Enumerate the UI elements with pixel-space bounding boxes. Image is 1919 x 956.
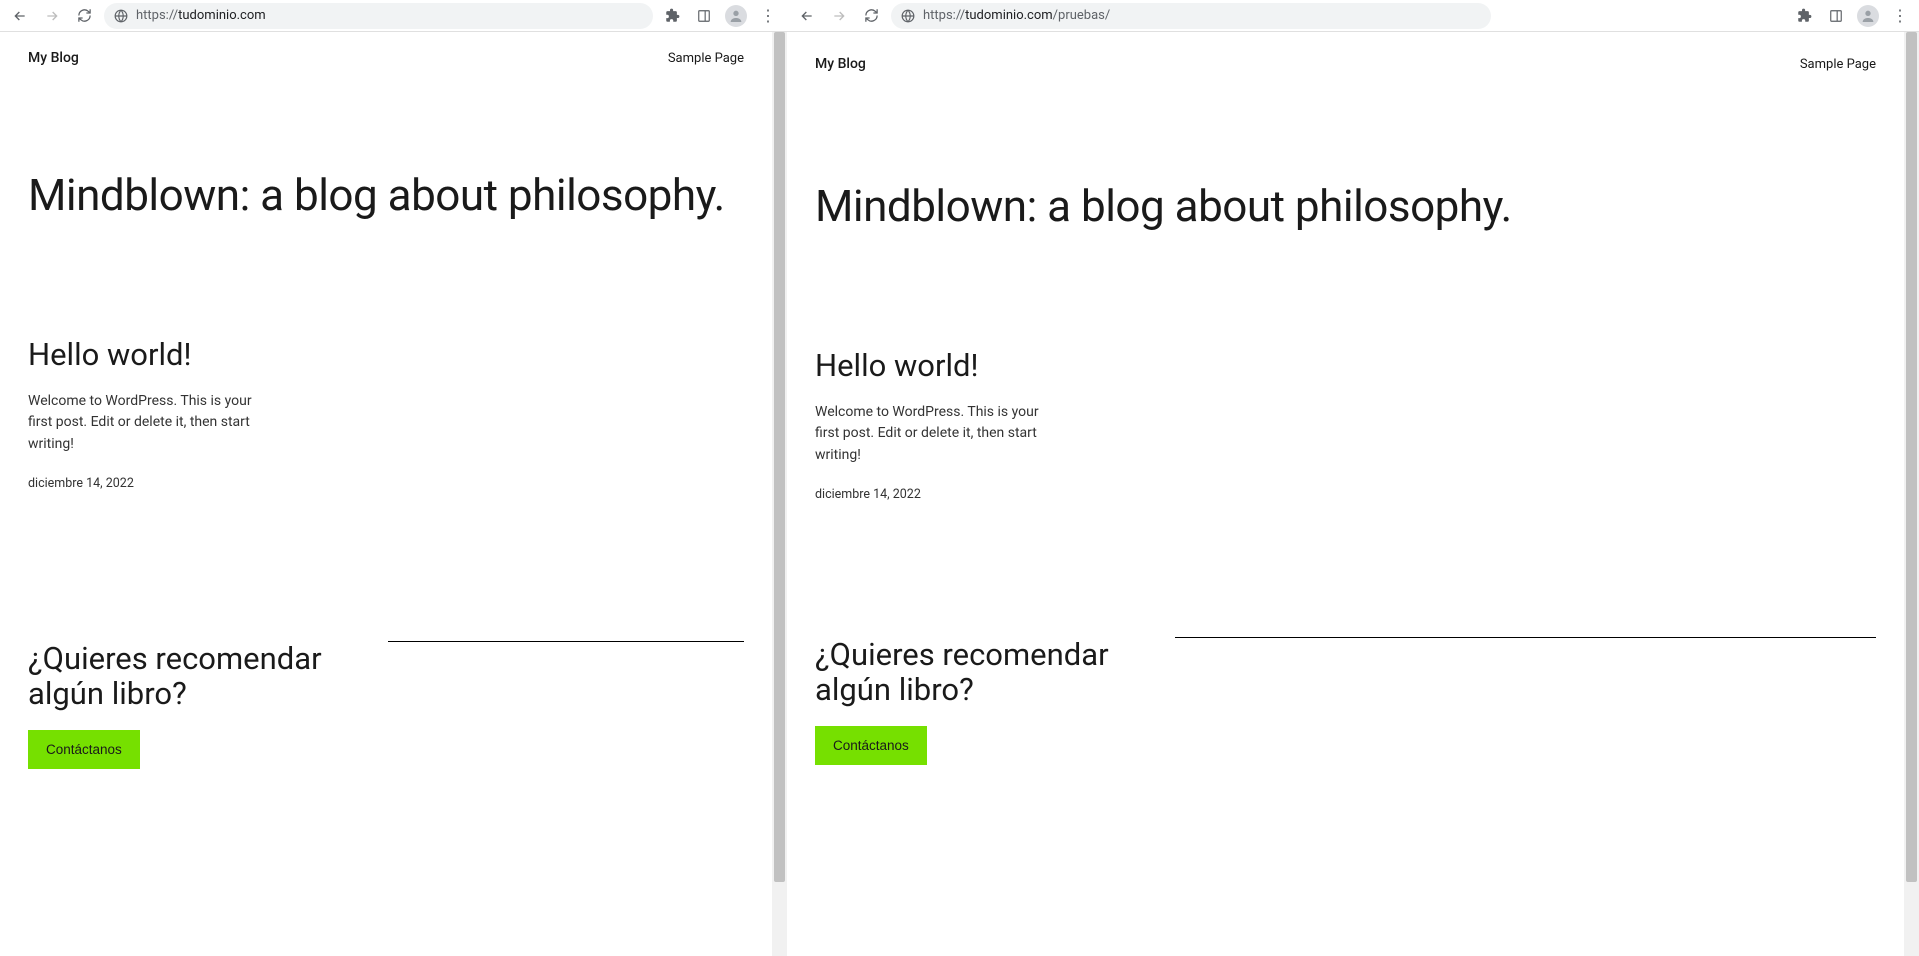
cta-section: ¿Quieres recomendar algún libro? Contáct… [28, 641, 744, 769]
cta-section: ¿Quieres recomendar algún libro? Contáct… [815, 637, 1876, 765]
globe-icon [114, 9, 128, 23]
browser-toolbar: https://tudominio.com ⋮ [0, 0, 787, 32]
address-bar[interactable]: https://tudominio.com [104, 3, 653, 29]
extensions-icon[interactable] [661, 5, 683, 27]
globe-icon [901, 9, 915, 23]
url-text: https://tudominio.com [136, 8, 266, 23]
hero-heading: Mindblown: a blog about philosophy. [815, 181, 1876, 232]
profile-avatar[interactable] [1857, 5, 1879, 27]
url-text: https://tudominio.com/pruebas/ [923, 8, 1110, 23]
site-title[interactable]: My Blog [28, 50, 79, 66]
vertical-scrollbar[interactable] [1904, 32, 1919, 956]
site-header: My Blog Sample Page [787, 32, 1904, 86]
browser-menu-button[interactable]: ⋮ [1889, 6, 1911, 25]
cta-heading: ¿Quieres recomendar algún libro? [815, 637, 1115, 708]
contact-button[interactable]: Contáctanos [815, 726, 927, 765]
back-button[interactable] [795, 4, 819, 28]
profile-avatar[interactable] [725, 5, 747, 27]
page-content: My Blog Sample Page Mindblown: a blog ab… [0, 32, 772, 956]
browser-window-left: https://tudominio.com ⋮ My Blog Sample P… [0, 0, 787, 956]
browser-menu-button[interactable]: ⋮ [757, 6, 779, 25]
site-title[interactable]: My Blog [815, 56, 866, 72]
sample-page-link[interactable]: Sample Page [668, 51, 744, 66]
browser-window-right: https://tudominio.com/pruebas/ ⋮ My Blog… [787, 0, 1919, 956]
address-bar[interactable]: https://tudominio.com/pruebas/ [891, 3, 1491, 29]
viewport: My Blog Sample Page Mindblown: a blog ab… [787, 32, 1919, 956]
post-excerpt: Welcome to WordPress. This is your first… [815, 402, 1040, 467]
back-button[interactable] [8, 4, 32, 28]
vertical-scrollbar[interactable] [772, 32, 787, 956]
post-excerpt: Welcome to WordPress. This is your first… [28, 391, 253, 456]
viewport: My Blog Sample Page Mindblown: a blog ab… [0, 32, 787, 956]
hero-heading: Mindblown: a blog about philosophy. [28, 170, 744, 221]
scrollbar-thumb[interactable] [1906, 32, 1917, 882]
divider-line [388, 641, 744, 642]
post-date: diciembre 14, 2022 [815, 487, 1876, 502]
post-title-link[interactable]: Hello world! [815, 347, 1876, 384]
divider-line [1175, 637, 1876, 638]
forward-button[interactable] [827, 4, 851, 28]
cta-heading: ¿Quieres recomendar algún libro? [28, 641, 328, 712]
reload-button[interactable] [859, 4, 883, 28]
post-date: diciembre 14, 2022 [28, 476, 744, 491]
panel-icon[interactable] [693, 5, 715, 27]
panel-icon[interactable] [1825, 5, 1847, 27]
extensions-icon[interactable] [1793, 5, 1815, 27]
page-content: My Blog Sample Page Mindblown: a blog ab… [787, 32, 1904, 956]
scrollbar-thumb[interactable] [774, 32, 785, 882]
sample-page-link[interactable]: Sample Page [1800, 57, 1876, 72]
forward-button[interactable] [40, 4, 64, 28]
contact-button[interactable]: Contáctanos [28, 730, 140, 769]
reload-button[interactable] [72, 4, 96, 28]
browser-toolbar: https://tudominio.com/pruebas/ ⋮ [787, 0, 1919, 32]
post-title-link[interactable]: Hello world! [28, 336, 744, 373]
site-header: My Blog Sample Page [0, 32, 772, 80]
